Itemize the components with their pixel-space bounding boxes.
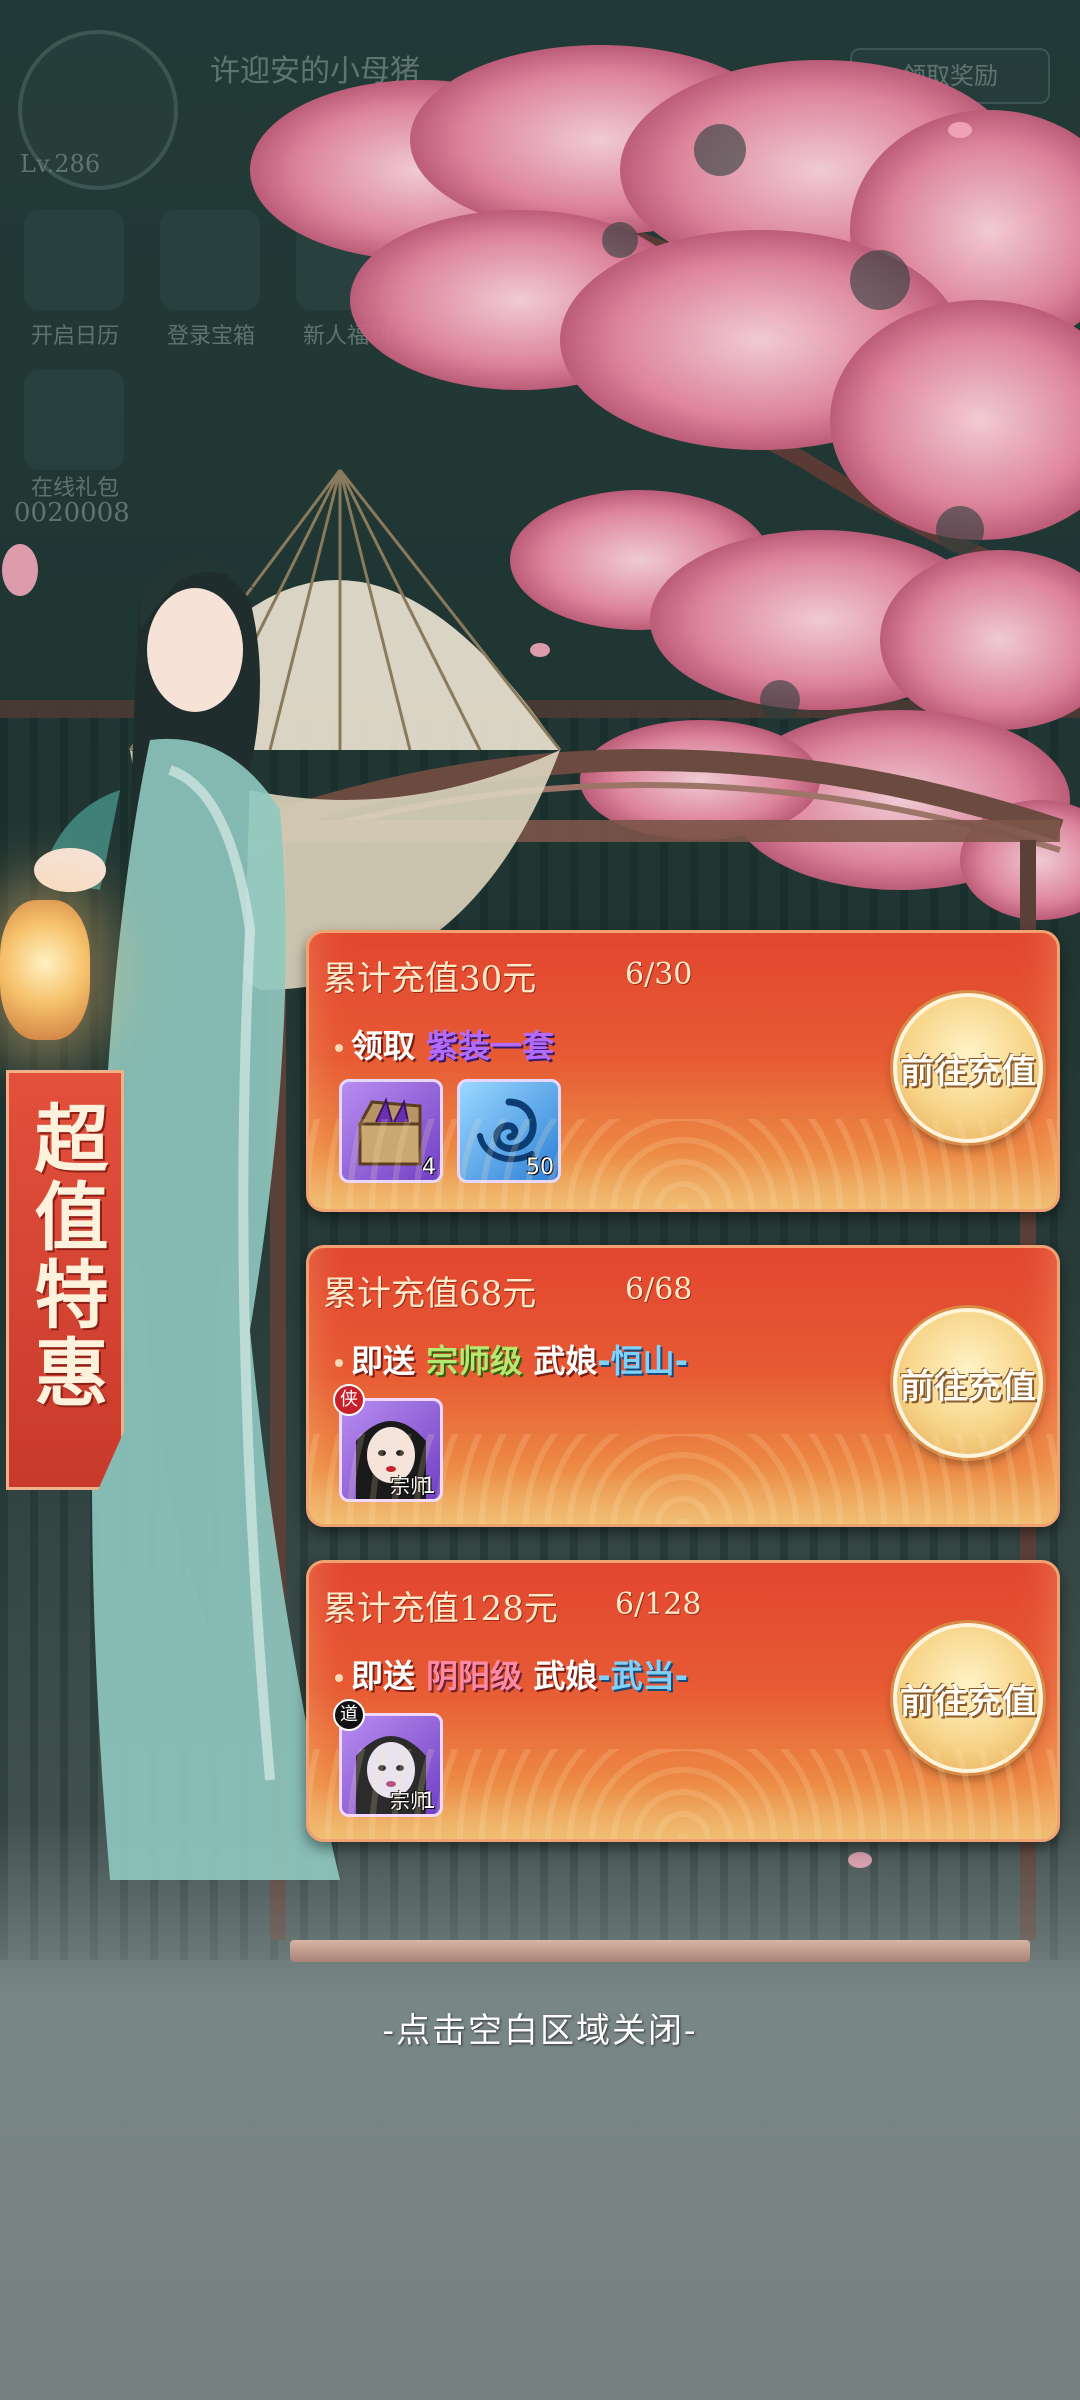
hud-top-button: 领取奖励 [850,48,1050,104]
card-progress: 6/68 [625,1272,693,1307]
card-title: 累计充值128元 [323,1589,558,1629]
card-reward-line: 即送 宗师级 武娘-恒山- [335,1336,688,1382]
bullet-icon [335,1044,343,1052]
hero-grade: 阴阳级 [426,1657,523,1695]
card-title: 累计充值68元 [323,1274,537,1314]
reward-prefix: 领取 [351,1027,416,1065]
lattice-rail [0,700,1080,718]
hero-name: 恒山 [610,1342,675,1380]
online-gift-icon [24,370,124,470]
hero-class-badge: 道 [333,1699,365,1731]
card-reward-line: 领取 紫装一套 [335,1021,554,1067]
reward-card-30: 累计充值30元 6/30 领取 紫装一套 4 50 前往充值 [306,930,1060,1212]
background-hud: 许迎安的小母猪 Lv.286 领取奖励 开启日历 登录宝箱 新人福利 在线礼包 … [0,0,1080,560]
recharge-button-label: 前往充值 [900,1051,1036,1092]
bullet-icon [335,1359,343,1367]
calendar-icon [24,210,124,310]
hud-icon-label: 开启日历 [30,324,119,349]
card-reward-line: 即送 阴阳级 武娘-武当- [335,1651,688,1697]
close-hint-text: -点击空白区域关闭- [382,2011,698,2051]
hero-count: 1 [422,1789,436,1814]
hero-portrait-icon [356,1736,426,1814]
bullet-icon [335,1674,343,1682]
reward-prefix: 即送 [351,1342,416,1380]
item-count: 50 [526,1155,554,1180]
gate-base [290,1940,1030,1962]
hero-class-badge: 侠 [333,1384,365,1416]
recharge-button-label: 前往充值 [900,1366,1036,1407]
hud-score: 0020008 [14,498,130,528]
chest-icon [160,210,260,310]
hero-label: 武娘 [533,1657,598,1695]
reward-item-swirl[interactable]: 50 [457,1079,561,1183]
gift-icon [296,210,396,310]
card-progress: 6/30 [625,957,693,992]
reward-highlight: 紫装一套 [426,1027,555,1065]
promo-banner-text: 超值特惠 [22,1100,108,1412]
hero-label: 武娘 [533,1342,598,1380]
recharge-button-label: 前往充值 [900,1681,1036,1722]
swirl-icon [477,1098,537,1163]
item-count: 4 [422,1155,436,1180]
recharge-button[interactable]: 前往充值 [893,993,1043,1143]
hero-portrait-icon [356,1421,426,1499]
hero-tag: 宗师 [390,1789,430,1813]
reward-prefix: 即送 [351,1657,416,1695]
player-name: 许迎安的小母猪 [210,54,420,89]
card-progress: 6/128 [615,1587,702,1622]
lantern-icon [0,900,90,1040]
player-level: Lv.286 [20,150,101,178]
reward-item-chest[interactable]: 4 [339,1079,443,1183]
hud-icon-label: 新人福利 [302,324,391,349]
recharge-button[interactable]: 前往充值 [893,1308,1043,1458]
card-title: 累计充值30元 [323,959,537,999]
hero-count: 1 [422,1474,436,1499]
hud-icon-label: 登录宝箱 [166,324,255,349]
hero-grade: 宗师级 [426,1342,523,1380]
hero-name: 武当 [610,1657,675,1695]
reward-card-128: 累计充值128元 6/128 即送 阴阳级 武娘-武当- 宗师 1 道 前往充值 [306,1560,1060,1842]
hero-tag: 宗师 [390,1474,430,1498]
reward-card-68: 累计充值68元 6/68 即送 宗师级 武娘-恒山- 宗师 1 侠 前往充值 [306,1245,1060,1527]
recharge-button[interactable]: 前往充值 [893,1623,1043,1773]
chest-icon [357,1097,422,1166]
